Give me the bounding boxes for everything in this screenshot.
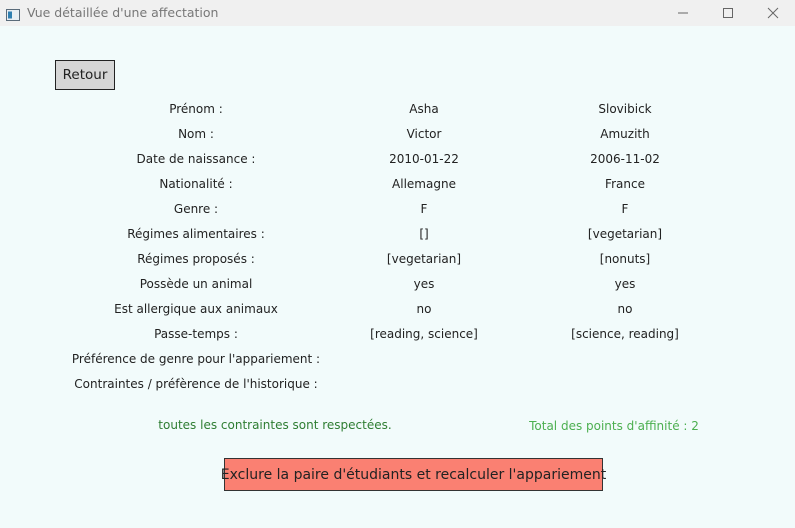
row-first-name: Prénom : Asha Slovibick xyxy=(0,99,795,119)
student2-value: Amuzith xyxy=(600,127,650,141)
constraints-status: toutes les contraintes sont respectées. xyxy=(158,418,392,432)
assignment-detail-view: Retour Prénom : Asha Slovibick Nom : Vic… xyxy=(0,26,795,528)
row-history-constraints: Contraintes / préfèrence de l'historique… xyxy=(0,374,795,394)
student1-value: F xyxy=(420,202,428,216)
student1-value: [vegetarian] xyxy=(386,252,462,266)
field-label: Genre : xyxy=(173,202,219,216)
close-button[interactable] xyxy=(750,0,795,26)
field-label: Prénom : xyxy=(169,102,223,116)
student2-value: [nonuts] xyxy=(599,252,651,266)
row-nationality: Nationalité : Allemagne France xyxy=(0,174,795,194)
student2-value: yes xyxy=(614,277,636,291)
student2-value: F xyxy=(621,202,629,216)
back-button[interactable]: Retour xyxy=(55,60,115,90)
field-label: Préférence de genre pour l'appariement : xyxy=(71,352,321,366)
exclude-pair-button[interactable]: Exclure la paire d'étudiants et recalcul… xyxy=(221,458,606,491)
affinity-total: Total des points d'affinité : 2 xyxy=(529,419,699,433)
row-birth-date: Date de naissance : 2010-01-22 2006-11-0… xyxy=(0,149,795,169)
field-label: Est allergique aux animaux xyxy=(114,302,278,316)
student1-value: 2010-01-22 xyxy=(389,152,459,166)
row-proposed-diets: Régimes proposés : [vegetarian] [nonuts] xyxy=(0,249,795,269)
student1-value: [reading, science] xyxy=(370,327,478,341)
field-label: Contraintes / préfèrence de l'historique… xyxy=(74,377,318,391)
close-icon xyxy=(767,7,779,19)
title-bar: Vue détaillée d'une affectation xyxy=(0,0,795,26)
student2-value: [science, reading] xyxy=(571,327,679,341)
student1-value: Asha xyxy=(409,102,439,116)
field-label: Régimes alimentaires : xyxy=(127,227,265,241)
field-label: Passe-temps : xyxy=(154,327,238,341)
row-diets: Régimes alimentaires : [] [vegetarian] xyxy=(0,224,795,244)
student1-value: no xyxy=(416,302,432,316)
maximize-icon xyxy=(722,7,734,19)
minimize-button[interactable] xyxy=(660,0,706,26)
student2-value: no xyxy=(617,302,633,316)
row-gender-preference: Préférence de genre pour l'appariement : xyxy=(0,349,795,369)
maximize-button[interactable] xyxy=(705,0,751,26)
student1-value: [] xyxy=(419,227,429,241)
student2-value: 2006-11-02 xyxy=(590,152,660,166)
student2-value: Slovibick xyxy=(598,102,652,116)
field-label: Nom : xyxy=(178,127,214,141)
student2-value: [vegetarian] xyxy=(587,227,663,241)
student2-value: France xyxy=(605,177,645,191)
row-gender: Genre : F F xyxy=(0,199,795,219)
minimize-icon xyxy=(677,7,689,19)
row-pet-allergy: Est allergique aux animaux no no xyxy=(0,299,795,319)
field-label: Nationalité : xyxy=(159,177,233,191)
row-hobbies: Passe-temps : [reading, science] [scienc… xyxy=(0,324,795,344)
student1-value: Allemagne xyxy=(392,177,456,191)
field-label: Possède un animal xyxy=(139,277,253,291)
student1-value: yes xyxy=(413,277,435,291)
field-label: Date de naissance : xyxy=(136,152,256,166)
student1-value: Victor xyxy=(406,127,442,141)
window-app-icon xyxy=(6,6,20,21)
window-title: Vue détaillée d'une affectation xyxy=(27,5,219,20)
row-has-pet: Possède un animal yes yes xyxy=(0,274,795,294)
field-label: Régimes proposés : xyxy=(137,252,255,266)
row-last-name: Nom : Victor Amuzith xyxy=(0,124,795,144)
